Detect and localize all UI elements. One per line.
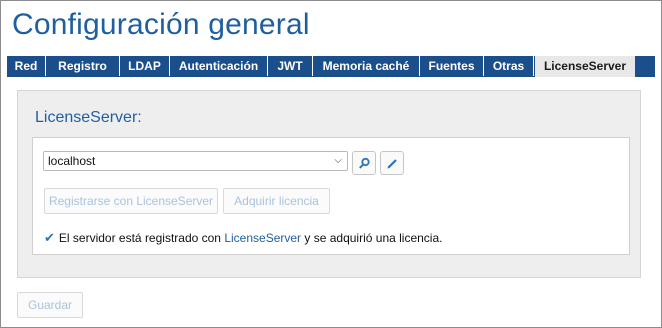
tab-otras[interactable]: Otras — [484, 56, 534, 76]
tab-bar: Red Registro LDAP Autenticación JWT Memo… — [7, 56, 655, 77]
tab-autenticacion[interactable]: Autenticación — [170, 56, 268, 76]
page-title: Configuración general — [12, 8, 310, 41]
save-button[interactable]: Guardar — [17, 292, 83, 318]
search-icon — [359, 157, 370, 169]
tab-red[interactable]: Red — [7, 56, 46, 76]
search-server-button[interactable] — [352, 151, 376, 175]
acquire-license-button[interactable]: Adquirir licencia — [223, 188, 330, 214]
section-label: LicenseServer: — [35, 109, 142, 126]
register-button[interactable]: Registrarse con LicenseServer — [44, 188, 218, 214]
edit-server-button[interactable] — [380, 151, 404, 175]
server-select-value: localhost — [48, 154, 96, 168]
licenseserver-link[interactable]: LicenseServer — [224, 231, 301, 245]
status-message: ✔ El servidor está registrado con License… — [44, 230, 442, 246]
tab-registro[interactable]: Registro — [46, 56, 120, 76]
status-prefix: El servidor está registrado con — [58, 231, 221, 245]
tab-jwt[interactable]: JWT — [268, 56, 313, 76]
tab-licenseserver[interactable]: LicenseServer — [535, 56, 635, 77]
check-icon: ✔ — [44, 230, 55, 245]
chevron-down-icon: ⌵ — [334, 155, 342, 166]
tab-fuentes[interactable]: Fuentes — [420, 56, 484, 76]
tab-memoria-cache[interactable]: Memoria caché — [313, 56, 420, 76]
pencil-icon — [387, 159, 397, 169]
status-suffix: y se adquirió una licencia. — [304, 231, 443, 245]
server-select[interactable]: localhost ⌵ — [43, 151, 348, 171]
tab-ldap[interactable]: LDAP — [120, 56, 170, 76]
